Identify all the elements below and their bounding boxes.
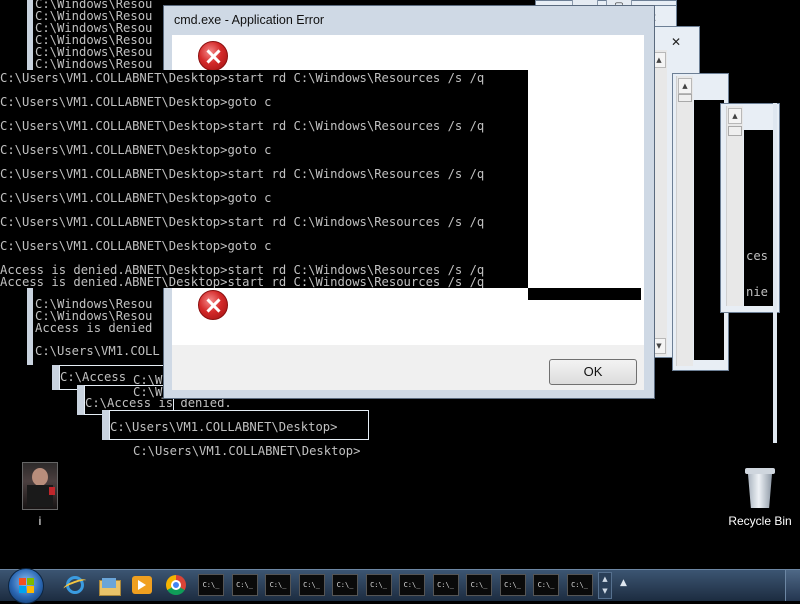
console-text: ces nie — [746, 238, 768, 306]
foreground-console-tail — [528, 288, 641, 300]
chrome-icon[interactable] — [163, 574, 189, 596]
window-edge — [773, 103, 777, 443]
taskbar-cmd-item[interactable]: C:\_ — [499, 574, 526, 596]
taskbar-cmd-item[interactable]: C:\_ — [332, 574, 358, 596]
taskbar-cmd-item[interactable]: C:\_ — [365, 574, 392, 596]
taskbar: C:\_ C:\_ C:\_ C:\_ C:\_ C:\_ C:\_ C:\_ C:\_ C:\_… — [0, 568, 800, 604]
media-player-icon[interactable] — [129, 574, 155, 596]
background-console-e: ces nie — [744, 130, 774, 306]
foreground-console: C:\Users\VM1.COLLABNET\Desktop>start rd … — [0, 70, 528, 288]
console-line: C:\Users\VM1.COLLABNET\Desktop>goto c — [0, 95, 272, 109]
console-line: C:\Users\VM1.COLLABNET\Desktop>goto c — [0, 143, 272, 157]
taskbar-cmd-item[interactable]: C:\_ — [298, 574, 325, 596]
console-line: C:\Users\VM1.COLLABNET\Desktop>goto c — [0, 191, 272, 205]
cascade-line-4: C:\Users\VM1.COLLABNET\Desktop> — [133, 444, 361, 458]
close-icon[interactable]: ✕ — [671, 35, 681, 49]
cascade-line-3: C:\Users\VM1.COLLABNET\Desktop> — [110, 420, 338, 434]
scroll-thumb[interactable] — [678, 94, 692, 102]
console-line: C:\Users\VM1.COLLABNET\Desktop>goto c — [0, 239, 272, 253]
recycle-bin-icon — [745, 468, 775, 508]
taskbar-cmd-item[interactable]: C:\_ — [533, 574, 559, 596]
console-scrollbar[interactable]: ▲ — [676, 76, 693, 366]
recycle-bin-desktop-icon[interactable]: Recycle Bin — [725, 462, 795, 532]
console-line: C:\Users\VM1.COLLABNET\Desktop>start rd … — [0, 167, 485, 181]
cascade-line-1: C:\Access — [60, 370, 127, 384]
taskbar-scroll[interactable]: ▲ ▼ — [598, 572, 612, 599]
scroll-up-button[interactable]: ▲ — [678, 78, 692, 94]
scroll-up-button[interactable]: ▲ — [728, 108, 742, 124]
console-line: C:\Users\VM1.COLLABNET\Desktop>start rd … — [0, 119, 485, 133]
user-icon-label: i — [38, 514, 42, 528]
recycle-bin-label: Recycle Bin — [728, 514, 792, 528]
windows-orb-icon[interactable] — [8, 568, 44, 604]
user-desktop-icon[interactable]: i — [20, 462, 60, 528]
console-output: C:\Users\VM1.COLLABNET\Desktop>start rd … — [0, 72, 484, 288]
error-icon — [198, 41, 228, 71]
taskbar-cmd-item[interactable]: C:\_ — [432, 574, 459, 596]
explorer-folder-icon[interactable] — [96, 574, 122, 596]
console-scrollbar[interactable]: ▲ — [726, 106, 743, 306]
console-line: ces — [746, 249, 769, 263]
show-desktop-button[interactable] — [785, 570, 800, 601]
show-hidden-icons-button[interactable]: ▲ — [620, 578, 627, 588]
console-text-lower: C:\Windows\Resou C:\Windows\Resou Access i… — [35, 298, 152, 334]
console-line: Access is denied — [35, 321, 153, 335]
ok-button[interactable]: OK — [549, 359, 637, 385]
taskbar-cmd-item[interactable]: C:\_ — [466, 574, 492, 596]
taskbar-cmd-item[interactable]: C:\_ — [231, 574, 258, 596]
taskbar-cmd-item[interactable]: C:\_ — [399, 574, 425, 596]
taskbar-cmd-item[interactable]: C:\_ — [198, 574, 224, 596]
console-line: nie — [746, 285, 769, 299]
console-line: Access is denied.ABNET\Desktop>start rd … — [0, 275, 485, 288]
console-prompt: C:\Users\VM1.COLL — [35, 344, 160, 358]
dialog-title: cmd.exe - Application Error — [174, 13, 325, 27]
taskbar-cmd-item[interactable]: C:\_ — [265, 574, 291, 596]
console-line: C:\Users\VM1.COLLABNET\Desktop>start rd … — [0, 71, 485, 85]
user-photo-icon — [22, 462, 58, 510]
error-icon — [198, 290, 228, 320]
console-line: C:\Users\VM1.COLLABNET\Desktop>start rd … — [0, 215, 485, 229]
scroll-thumb[interactable] — [728, 126, 742, 136]
internet-explorer-icon[interactable] — [62, 574, 88, 596]
taskbar-cmd-item[interactable]: C:\_ — [566, 574, 593, 596]
